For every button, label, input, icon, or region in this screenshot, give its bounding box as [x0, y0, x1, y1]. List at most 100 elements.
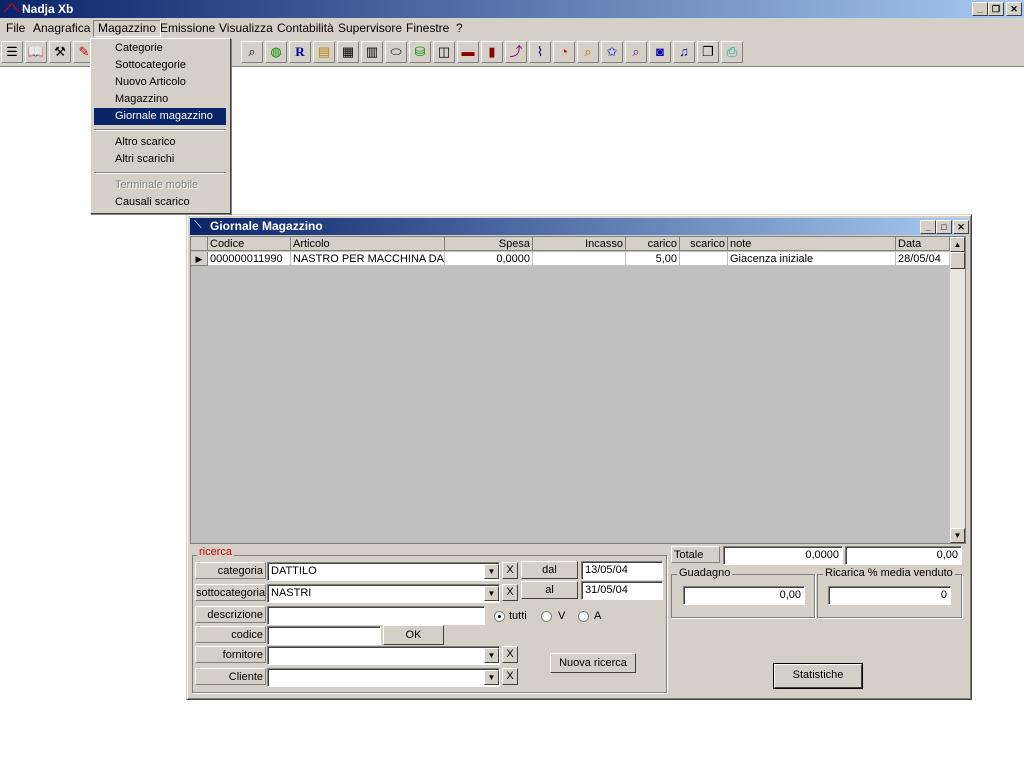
menu-visualizza[interactable]: Visualizza: [215, 21, 277, 36]
vertical-scrollbar[interactable]: ▲ ▼: [950, 237, 965, 543]
folder-icon[interactable]: ▤: [313, 41, 335, 63]
zoom-icon[interactable]: ⌕: [625, 41, 647, 63]
table-cell[interactable]: 5,00: [626, 252, 680, 266]
r-icon[interactable]: R: [289, 41, 311, 63]
menu-item-altri-scarichi[interactable]: Altri scarichi: [94, 151, 226, 168]
clear-cliente-button[interactable]: X: [502, 668, 518, 685]
table-cell[interactable]: 000000011990: [208, 252, 291, 266]
column-header-carico[interactable]: carico: [626, 237, 680, 251]
menu-item-nuovo-articolo[interactable]: Nuovo Articolo: [94, 74, 226, 91]
column-header-data[interactable]: Data: [896, 237, 950, 251]
pie-icon[interactable]: ◔: [553, 41, 575, 63]
hammer-icon[interactable]: ⚒: [49, 41, 71, 63]
menu-supervisore[interactable]: Supervisore: [334, 21, 406, 36]
statistiche-button[interactable]: Statistiche: [773, 663, 863, 689]
menu-item-magazzino[interactable]: Magazzino: [94, 91, 226, 108]
clear-categoria-button[interactable]: X: [502, 562, 518, 579]
chevron-down-icon[interactable]: ▼: [484, 670, 499, 685]
codice-input[interactable]: [267, 626, 381, 645]
list-icon[interactable]: ☰: [1, 41, 23, 63]
clear-fornitore-button[interactable]: X: [502, 646, 518, 663]
scroll-thumb[interactable]: [950, 252, 965, 269]
menu-item-sottocategorie[interactable]: Sottocategorie: [94, 57, 226, 74]
column-header-scarico[interactable]: scarico: [680, 237, 728, 251]
basket-icon[interactable]: ⛁: [409, 41, 431, 63]
radio-a[interactable]: [578, 611, 589, 622]
categoria-combo[interactable]: DATTILO ▼: [267, 562, 500, 581]
star-icon[interactable]: ✩: [601, 41, 623, 63]
folders-icon[interactable]: ❐: [697, 41, 719, 63]
dal-date-input[interactable]: 13/05/04: [581, 561, 663, 580]
column-header-articolo[interactable]: Articolo: [291, 237, 445, 251]
descrizione-input[interactable]: [267, 606, 485, 625]
sottocategoria-combo[interactable]: NASTRI ▼: [267, 584, 500, 603]
radio-a-label: A: [594, 610, 602, 622]
globe-icon[interactable]: ◍: [265, 41, 287, 63]
menu-item-categorie[interactable]: Categorie: [94, 40, 226, 57]
scroll-down-icon[interactable]: ▼: [950, 528, 965, 543]
cliente-combo[interactable]: ▼: [267, 668, 500, 687]
column-header-note[interactable]: note: [728, 237, 896, 251]
menu-contabilita[interactable]: Contabilità: [273, 21, 338, 36]
chevron-down-icon[interactable]: ▼: [484, 564, 499, 579]
window-minimize-icon[interactable]: _: [920, 220, 936, 234]
zoom2-icon[interactable]: ◙: [649, 41, 671, 63]
printer-icon[interactable]: ⎙: [721, 41, 743, 63]
column-header-incasso[interactable]: Incasso: [533, 237, 626, 251]
radio-tutti[interactable]: [494, 611, 505, 622]
chevron-down-icon[interactable]: ▼: [484, 586, 499, 601]
ricarica-label: Ricarica % media venduto: [823, 567, 955, 579]
graph-icon[interactable]: ⌇: [529, 41, 551, 63]
menu-item-altro-scarico[interactable]: Altro scarico: [94, 134, 226, 151]
radio-v[interactable]: [541, 611, 552, 622]
table-cell[interactable]: Giacenza iniziale: [728, 252, 896, 266]
window-maximize-icon[interactable]: □: [936, 220, 952, 234]
eraser-icon[interactable]: ⬭: [385, 41, 407, 63]
book-icon[interactable]: 📖: [25, 41, 47, 63]
menu-emissione[interactable]: Emissione: [156, 21, 219, 36]
music-icon[interactable]: ♫: [673, 41, 695, 63]
totale-spesa-field: 0,0000: [723, 546, 843, 565]
radio-v-label: V: [558, 610, 566, 622]
menu-help[interactable]: ?: [452, 21, 467, 36]
search-icon[interactable]: ⌕: [241, 41, 263, 63]
menu-magazzino[interactable]: Magazzino: [93, 20, 162, 37]
stack-icon[interactable]: ◫: [433, 41, 455, 63]
chevron-down-icon[interactable]: ▼: [484, 648, 499, 663]
categoria-label: categoria: [195, 562, 266, 579]
bars-icon[interactable]: ▮: [481, 41, 503, 63]
menu-anagrafica[interactable]: Anagrafica: [29, 21, 94, 36]
menu-file[interactable]: File: [2, 21, 29, 36]
column-header-spesa[interactable]: Spesa: [445, 237, 533, 251]
al-button[interactable]: al: [521, 581, 578, 599]
chart-icon[interactable]: ▬: [457, 41, 479, 63]
table-cell[interactable]: [533, 252, 626, 266]
table-cell[interactable]: 0,0000: [445, 252, 533, 266]
box-icon[interactable]: ▦: [337, 41, 359, 63]
column-header-codice[interactable]: Codice: [208, 237, 291, 251]
nuova-ricerca-button[interactable]: Nuova ricerca: [550, 653, 636, 673]
menu-item-causali-scarico[interactable]: Causali scarico: [94, 194, 226, 211]
scroll-up-icon[interactable]: ▲: [950, 237, 965, 252]
table-cell[interactable]: [680, 252, 728, 266]
table-cell[interactable]: 28/05/04: [896, 252, 950, 266]
clear-sottocategoria-button[interactable]: X: [502, 584, 518, 601]
window-close-icon[interactable]: ✕: [953, 220, 969, 234]
close-icon[interactable]: ✕: [1006, 2, 1022, 16]
window-title-bar: ⟍ Giornale Magazzino _ □ ✕: [190, 218, 969, 235]
fornitore-combo[interactable]: ▼: [267, 646, 500, 665]
dal-button[interactable]: dal: [521, 561, 578, 579]
al-date-input[interactable]: 31/05/04: [581, 581, 663, 600]
menu-item-giornale-magazzino[interactable]: Giornale magazzino: [94, 108, 226, 125]
ok-button[interactable]: OK: [383, 625, 444, 645]
magnifier-icon[interactable]: ⌕: [577, 41, 599, 63]
restore-icon[interactable]: ❐: [988, 2, 1004, 16]
menu-finestre[interactable]: Finestre: [402, 21, 453, 36]
table-cell[interactable]: NASTRO PER MACCHINA DA: [291, 252, 445, 266]
row-indicator-icon[interactable]: ▶: [191, 252, 208, 266]
descrizione-label: descrizione: [195, 606, 266, 623]
minimize-icon[interactable]: _: [972, 2, 988, 16]
film-icon[interactable]: ▥: [361, 41, 383, 63]
radio-tutti-label: tutti: [509, 610, 527, 622]
trend-icon[interactable]: ⤴: [505, 41, 527, 63]
